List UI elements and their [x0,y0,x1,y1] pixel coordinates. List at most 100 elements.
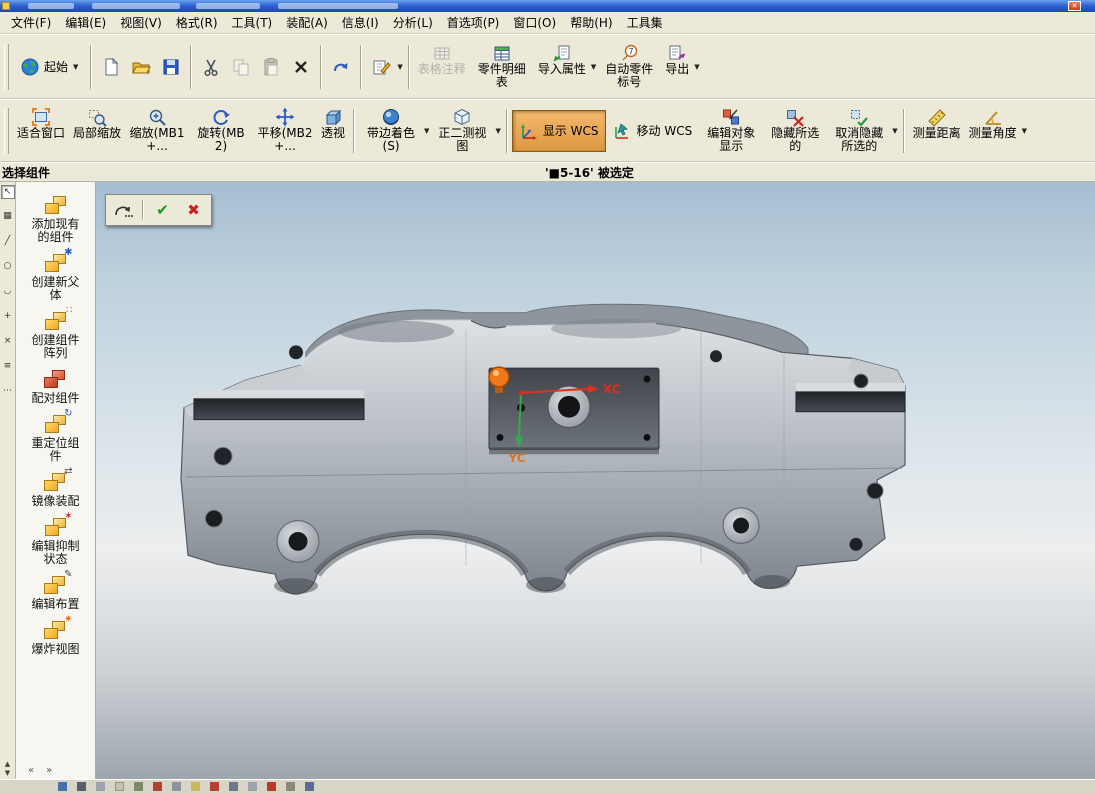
zoom-area-icon [87,107,107,127]
unhide-icon [849,107,869,127]
taskbar-icon[interactable] [210,782,219,791]
menu-preferences[interactable]: 首选项(P) [440,12,507,33]
perspective-label: 透视 [321,125,346,140]
menu-window[interactable]: 窗口(O) [506,12,563,33]
taskbar-icon[interactable] [305,782,314,791]
zoom-button[interactable]: 缩放(MB1+... [125,103,189,159]
measure-angle-button[interactable]: 测量角度 [965,103,1021,159]
new-button[interactable] [96,52,126,82]
menu-view[interactable]: 视图(V) [113,12,169,33]
auto-balloon-button[interactable]: 7 自动零件标号 [597,39,661,95]
create-new-parent-button[interactable]: ✱ 创建新父体 [27,248,85,302]
taskbar-icon[interactable] [248,782,257,791]
mirror-assembly-icon: ⇄ [42,467,72,493]
edit-info-button[interactable] [366,52,396,82]
edit-suppression-state-button[interactable]: ✶ 编辑抑制状态 [27,512,85,566]
close-button[interactable]: ✕ [1068,1,1081,11]
taskbar-icon[interactable] [96,782,105,791]
perspective-button[interactable]: 透视 [317,103,349,159]
parts-list-button[interactable]: 零件明细表 [470,39,534,95]
mirror-assembly-button[interactable]: ⇄ 镜像装配 [31,467,79,508]
import-attributes-button[interactable]: 导入属性 [534,39,590,95]
edit-object-display-button[interactable]: 编辑对象显示 [699,103,763,159]
chevron-down-icon[interactable]: ▼ [397,63,402,71]
start-button[interactable]: 起始 ▼ [13,46,86,88]
cross-tool-button[interactable]: × [1,335,15,349]
display-wcs-button[interactable]: 显示 WCS [511,109,606,152]
table-annotation-button: 表格注释 [414,39,470,95]
chevron-down-icon[interactable]: ▼ [73,63,78,71]
delete-button[interactable] [286,52,316,82]
zoom-area-button[interactable]: 局部缩放 [69,103,125,159]
auto-balloon-icon: 7 [619,43,639,63]
arc-tool-button[interactable]: ◡ [1,285,15,299]
chevron-down-icon[interactable]: ▼ [591,63,596,71]
save-button[interactable] [156,52,186,82]
move-wcs-button[interactable]: 移动 WCS [606,110,700,152]
taskbar-icon[interactable] [191,782,200,791]
menu-file[interactable]: 文件(F) [4,12,58,33]
taskbar-icon[interactable] [58,782,67,791]
edit-suppression-state-label: 编辑抑制状态 [31,539,80,566]
toolbar-drag-handle[interactable] [4,107,9,154]
chevron-down-icon[interactable]: ▼ [424,127,429,135]
chevron-down-icon[interactable]: ▼ [495,127,500,135]
menu-toolset[interactable]: 工具集 [620,12,670,33]
exploded-view-button[interactable]: ✷ 爆炸视图 [31,615,79,656]
select-cursor-button[interactable]: ↖ [0,185,15,199]
menu-assemblies[interactable]: 装配(A) [279,12,335,33]
menu-information[interactable]: 信息(I) [335,12,386,33]
table-annotation-icon [432,43,452,63]
circle-tool-button[interactable]: ○ [1,260,15,274]
panel-scroll-right-button[interactable]: » [46,765,52,776]
more-tools-button[interactable]: ⋯ [1,385,15,399]
taskbar-icon[interactable] [153,782,162,791]
taskbar-icon[interactable] [115,782,124,791]
hide-selected-button[interactable]: 隐藏所选的 [763,103,827,159]
cut-button[interactable] [196,52,226,82]
panel-scroll-left-button[interactable]: « [28,765,34,776]
shaded-with-edges-button[interactable]: 带边着色(S) [359,103,423,159]
list-tool-button[interactable]: ≡ [1,360,15,374]
open-button[interactable] [126,52,156,82]
menu-format[interactable]: 格式(R) [169,12,225,33]
cancel-button[interactable]: ✖ [179,197,208,223]
menu-tools[interactable]: 工具(T) [225,12,280,33]
strip-scroll-up-button[interactable]: ▲ [5,760,10,768]
menu-edit[interactable]: 编辑(E) [58,12,113,33]
filter-grid-button[interactable]: ▦ [1,210,15,224]
menu-analysis[interactable]: 分析(L) [386,12,440,33]
fit-window-icon [31,107,51,127]
taskbar-icon[interactable] [286,782,295,791]
chevron-down-icon[interactable]: ▼ [892,127,897,135]
dimetric-view-button[interactable]: 正二测视图 [430,103,494,159]
taskbar-icon[interactable] [77,782,86,791]
measure-distance-button[interactable]: 测量距离 [909,103,965,159]
create-component-array-button[interactable]: ∷ 创建组件阵列 [27,306,85,360]
taskbar-icon[interactable] [267,782,276,791]
add-existing-component-button[interactable]: 添加现有的组件 [27,196,85,244]
rotate-button[interactable]: 旋转(MB2) [189,103,253,159]
chevron-down-icon[interactable]: ▼ [1022,127,1027,135]
menu-help[interactable]: 帮助(H) [563,12,619,33]
mate-component-button[interactable]: 配对组件 [31,370,80,405]
strip-scroll-down-button[interactable]: ▼ [5,769,10,777]
pan-button[interactable]: 平移(MB2+... [253,103,317,159]
taskbar-icon[interactable] [229,782,238,791]
reposition-button[interactable] [109,197,138,223]
export-button[interactable]: 导出 [661,39,693,95]
fit-window-button[interactable]: 适合窗口 [13,103,69,159]
edit-arrangement-button[interactable]: ✎ 编辑布置 [31,570,79,611]
taskbar-icon[interactable] [172,782,181,791]
unhide-selected-button[interactable]: 取消隐藏所选的 [827,103,891,159]
toolbar-drag-handle[interactable] [4,43,9,90]
graphics-window[interactable]: XC YC ✔ ✖ [96,182,1095,779]
taskbar-icon[interactable] [134,782,143,791]
reposition-component-button[interactable]: ↻ 重定位组件 [27,409,85,463]
point-tool-button[interactable]: + [1,310,15,324]
chevron-down-icon[interactable]: ▼ [694,63,699,71]
undo-button[interactable] [326,52,356,82]
line-tool-button[interactable]: ╱ [1,235,15,249]
pan-label: 平移(MB2+... [257,125,313,153]
accept-button[interactable]: ✔ [148,197,177,223]
